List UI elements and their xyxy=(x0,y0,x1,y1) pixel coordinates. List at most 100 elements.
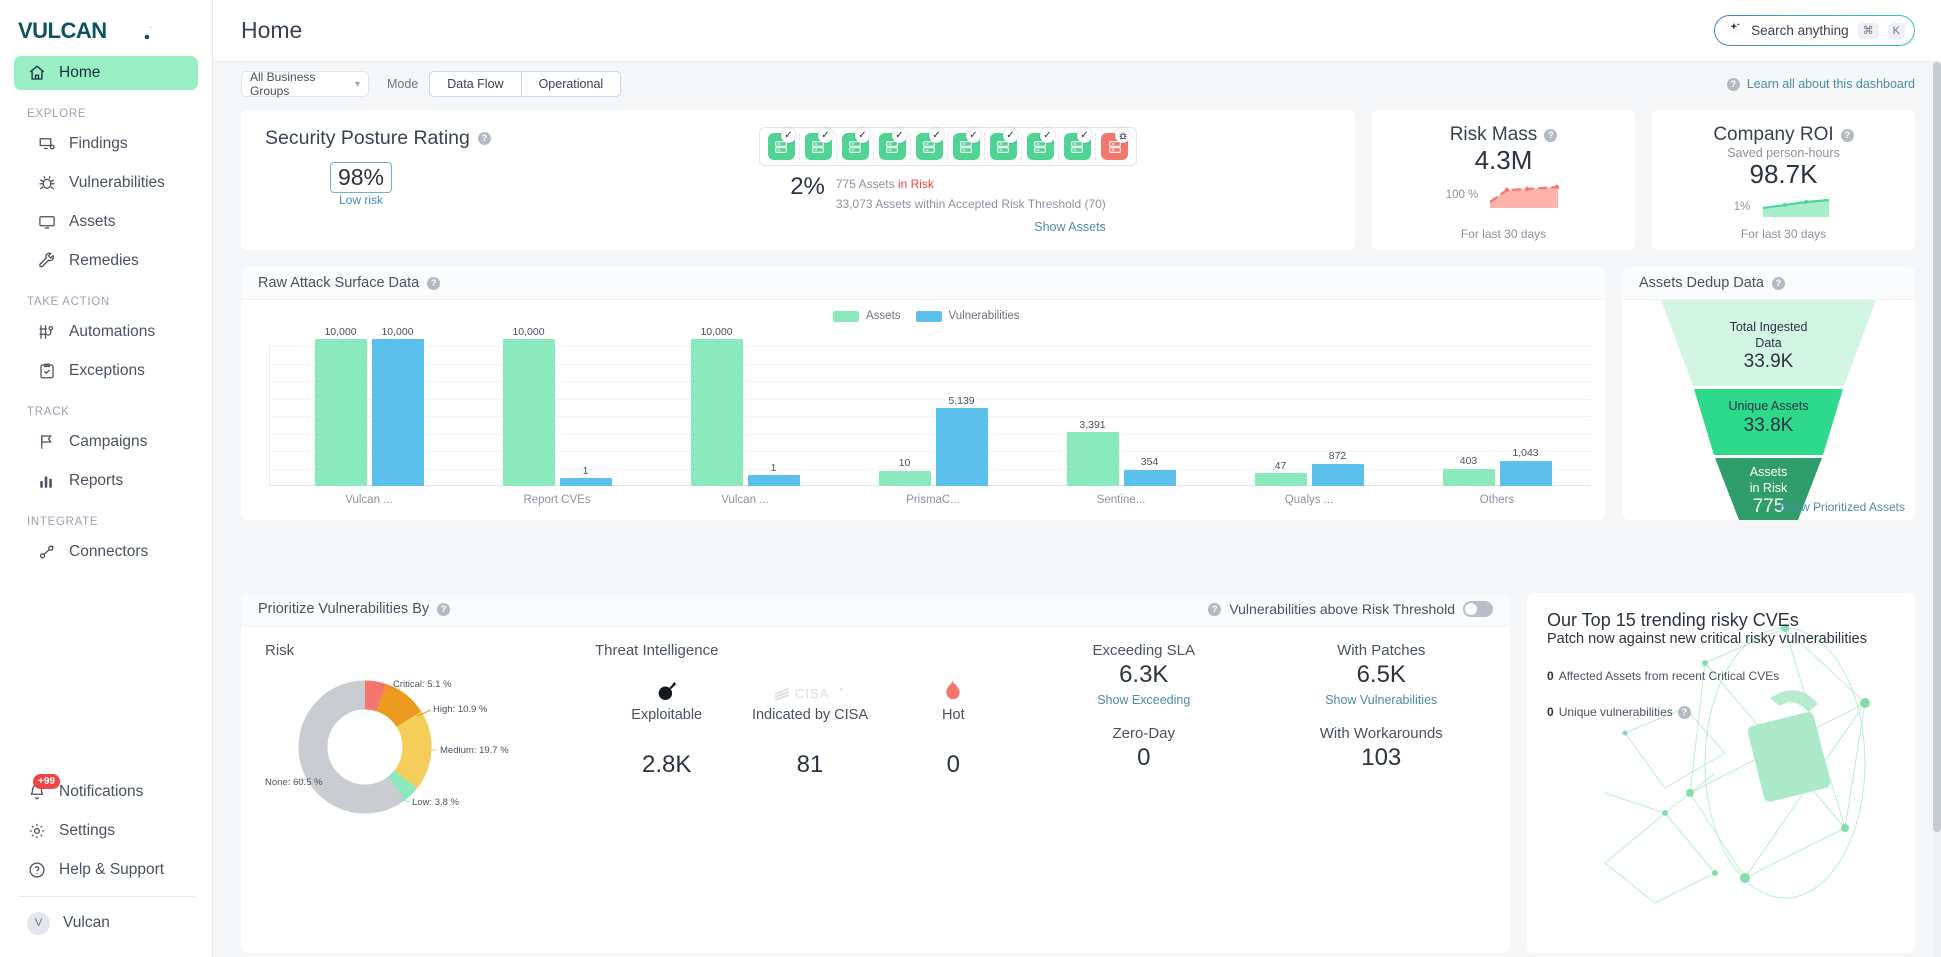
kpi-title: Exceeding SLA xyxy=(1092,642,1196,659)
kpi-columns: Exceeding SLA 6.3K Show Exceeding Zero-D… xyxy=(1025,642,1500,953)
sidebar-item-reports[interactable]: Reports xyxy=(24,464,198,498)
sidebar-item-settings[interactable]: Settings xyxy=(14,814,199,848)
legend-label: Vulnerabilities xyxy=(948,310,1020,322)
raw-attack-surface-title: Raw Attack Surface Data xyxy=(258,275,420,291)
sidebar-item-automations[interactable]: Automations xyxy=(24,315,198,349)
sidebar-item-connectors[interactable]: Connectors xyxy=(24,535,198,569)
check-badge-icon: ✓ xyxy=(818,128,833,143)
server-item: ✓ xyxy=(837,128,874,160)
show-assets-link[interactable]: Show Assets xyxy=(836,217,1106,238)
show-exceeding-link[interactable]: Show Exceeding xyxy=(1025,693,1263,707)
search-input[interactable]: Search anything ⌘ K xyxy=(1714,15,1915,46)
risk-column: Risk Critical: 5.1 % High: 10.9 % Medium… xyxy=(265,642,595,953)
sidebar-item-remedies[interactable]: Remedies xyxy=(24,244,198,278)
company-roi-value: 98.7K xyxy=(1749,159,1818,189)
x-tick-label: Report CVEs xyxy=(523,494,591,506)
prioritize-header: Prioritize Vulnerabilities By ? ? Vulner… xyxy=(241,593,1510,626)
help-icon[interactable]: ? xyxy=(477,132,491,145)
chart-legend: Assets Vulnerabilities xyxy=(833,310,1020,322)
raw-attack-surface-header: Raw Attack Surface Data ? xyxy=(241,267,1605,300)
notifications-badge: +99 xyxy=(33,773,60,789)
security-posture-risk-label[interactable]: Low risk xyxy=(330,193,392,207)
assets-dedup-header: Assets Dedup Data ? xyxy=(1622,267,1915,300)
show-vulnerabilities-link[interactable]: Show Vulnerabilities xyxy=(1263,693,1501,707)
risk-mass-footer: For last 30 days xyxy=(1460,227,1547,241)
prioritize-title: Prioritize Vulnerabilities By xyxy=(258,601,430,617)
tab-data-flow[interactable]: Data Flow xyxy=(429,71,522,97)
sidebar-item-vulnerabilities[interactable]: Vulnerabilities xyxy=(24,166,198,200)
sidebar-item-account[interactable]: V Vulcan xyxy=(14,906,199,940)
x-tick-label: Sentine... xyxy=(1096,494,1146,506)
company-roi-delta: 1% xyxy=(1733,200,1751,213)
show-prioritized-assets-link[interactable]: Show Prioritized Assets xyxy=(1780,500,1905,514)
raw-attack-surface-card: Raw Attack Surface Data ? Assets Vulnera… xyxy=(241,267,1605,520)
kpi-title: With Patches xyxy=(1337,642,1426,659)
sidebar-item-assets[interactable]: Assets xyxy=(24,205,198,239)
bug-badge-icon xyxy=(1115,128,1130,143)
legend-item-assets[interactable]: Assets xyxy=(833,310,901,322)
sparkle-icon xyxy=(1728,21,1742,40)
bar-value-label: 1,043 xyxy=(1512,447,1539,459)
sidebar-item-exceptions[interactable]: Exceptions xyxy=(24,354,198,388)
help-icon[interactable]: ? xyxy=(1208,602,1222,616)
bar-group: 403 1,043 Others xyxy=(1403,346,1591,506)
help-icon[interactable]: ? xyxy=(1840,128,1854,142)
tab-operational[interactable]: Operational xyxy=(521,71,622,97)
ti-hot[interactable]: Hot 0 xyxy=(882,669,1025,779)
check-badge-icon: ✓ xyxy=(1077,128,1092,143)
trending-cves-card[interactable]: Our Top 15 trending risky CVEs Patch now… xyxy=(1527,593,1915,953)
sidebar-item-label: Help & Support xyxy=(59,861,165,878)
ti-exploitable[interactable]: Exploitable 2.8K xyxy=(595,669,738,779)
trending-cves-stat-1: 0 Affected Assets from recent Critical C… xyxy=(1547,669,1895,683)
chart-groups: 10,000 10,000 Vulcan ... 10,000 1 Report… xyxy=(275,326,1591,506)
search-kbd-cmd: ⌘ xyxy=(1857,22,1879,39)
page-title: Home xyxy=(241,17,303,43)
page-scrollbar[interactable] xyxy=(1933,62,1941,957)
bar-group: 10 5,139 PrismaC... xyxy=(839,346,1027,506)
server-item: ✓ xyxy=(1022,128,1059,160)
sidebar-item-findings[interactable]: Findings xyxy=(24,127,198,161)
threat-intelligence-heading: Threat Intelligence xyxy=(595,642,719,659)
help-icon[interactable]: ? xyxy=(437,602,451,616)
risk-threshold-toggle[interactable] xyxy=(1463,601,1493,617)
server-item: ✓ xyxy=(985,128,1022,160)
x-tick-label: Qualys ... xyxy=(1284,494,1334,506)
bar-value-label: 354 xyxy=(1140,456,1159,468)
sidebar-item-notifications[interactable]: +99 Notifications xyxy=(14,773,199,809)
vulcan-logo[interactable]: VULCAN . xyxy=(0,0,212,56)
sidebar-item-campaigns[interactable]: Campaigns xyxy=(24,425,198,459)
legend-item-vulnerabilities[interactable]: Vulnerabilities xyxy=(915,310,1020,322)
threat-intelligence-items: Exploitable 2.8K CISA Indicated by CISA … xyxy=(595,669,1025,779)
sidebar-item-label: Campaigns xyxy=(69,433,148,450)
sidebar-item-label: Home xyxy=(59,64,101,81)
help-circle-icon xyxy=(27,861,46,880)
learn-dashboard-link[interactable]: ? Learn all about this dashboard xyxy=(1726,77,1915,91)
home-icon xyxy=(27,64,46,83)
page-scrollbar-thumb[interactable] xyxy=(1933,62,1941,832)
help-icon[interactable]: ? xyxy=(427,276,441,290)
sidebar-item-label: Vulnerabilities xyxy=(69,174,165,191)
x-tick-label: Vulcan ... xyxy=(345,494,393,506)
x-tick-label: Vulcan ... xyxy=(721,494,769,506)
risk-donut-chart: Critical: 5.1 % High: 10.9 % Medium: 19.… xyxy=(265,669,585,819)
assets-in-risk-count: 775 Assets xyxy=(835,177,898,191)
help-icon[interactable]: ? xyxy=(1544,128,1558,142)
sidebar-item-help[interactable]: Help & Support xyxy=(14,853,199,887)
kpi-value: 6.3K xyxy=(1119,661,1169,688)
sidebar-item-home[interactable]: Home xyxy=(14,56,198,90)
funnel-stage-1[interactable] xyxy=(1661,300,1876,386)
business-group-select[interactable]: All Business Groups ▾ xyxy=(241,70,369,98)
security-posture-title: Security Posture Rating xyxy=(265,127,470,149)
help-icon[interactable]: ? xyxy=(1677,705,1691,719)
check-badge-icon: ✓ xyxy=(855,128,870,143)
help-icon[interactable]: ? xyxy=(1771,276,1785,290)
ti-cisa[interactable]: CISA Indicated by CISA 81 xyxy=(738,669,881,779)
risk-mass-value: 4.3M xyxy=(1474,145,1533,175)
bar-chart: Assets Vulnerabilities 10,000 10,000 Vul… xyxy=(241,300,1605,520)
sidebar-section-integrate: INTEGRATE xyxy=(27,516,99,528)
company-roi-subtitle: Saved person-hours xyxy=(1727,146,1840,160)
funnel-stage-2[interactable] xyxy=(1694,389,1843,455)
server-strip: ✓ ✓ ✓ ✓ ✓ ✓ ✓ ✓ ✓ xyxy=(759,127,1137,166)
ti-name: Hot xyxy=(942,707,965,723)
check-badge-icon: ✓ xyxy=(966,128,981,143)
